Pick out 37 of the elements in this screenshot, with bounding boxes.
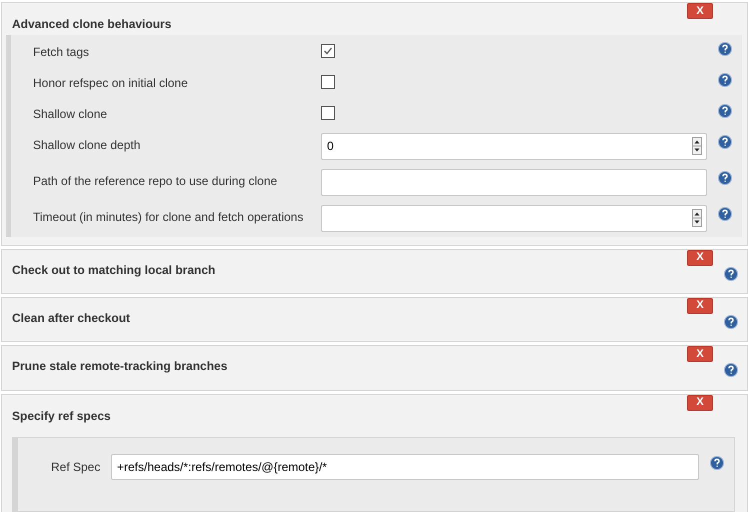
checkbox[interactable]: [321, 106, 335, 120]
checkbox[interactable]: [321, 44, 335, 58]
help-icon[interactable]: [724, 266, 738, 281]
check-icon: [323, 46, 333, 56]
field-label: Fetch tags: [32, 44, 90, 61]
checkbox[interactable]: [321, 74, 335, 88]
input-field[interactable]: [321, 168, 707, 196]
section-title: Specify ref specs: [11, 408, 112, 425]
section-title: Prune stale remote-tracking branches: [11, 358, 228, 376]
section-title: Clean after checkout: [11, 310, 132, 327]
section-title: Advanced clone behaviours: [11, 16, 172, 33]
delete-button[interactable]: X: [687, 346, 713, 362]
input-field[interactable]: +refs/heads/*:refs/remotes/@{remote}/*: [111, 454, 699, 480]
delete-button[interactable]: X: [687, 394, 713, 411]
delete-button[interactable]: X: [687, 298, 713, 314]
input-field[interactable]: 0: [321, 132, 707, 160]
field-label: Timeout (in minutes) for clone and fetch operations: [32, 209, 304, 226]
spinner-icon[interactable]: [692, 209, 702, 227]
field-label: Ref Spec: [51, 458, 102, 476]
delete-button[interactable]: X: [687, 3, 713, 19]
delete-button[interactable]: X: [687, 250, 713, 266]
help-icon[interactable]: [718, 135, 732, 149]
help-icon[interactable]: [718, 42, 732, 56]
section-title: Check out to matching local branch: [11, 262, 216, 279]
field-label: Honor refspec on initial clone: [32, 75, 189, 92]
help-icon[interactable]: [724, 363, 738, 378]
help-icon[interactable]: [718, 73, 732, 87]
field-label: Path of the reference repo to use during clone: [32, 173, 278, 190]
help-icon[interactable]: [724, 314, 738, 329]
spinner-icon[interactable]: [692, 137, 702, 155]
help-icon[interactable]: [710, 456, 724, 470]
help-icon[interactable]: [718, 171, 732, 185]
field-label: Shallow clone: [32, 106, 108, 123]
help-icon[interactable]: [718, 104, 732, 118]
input-field[interactable]: [321, 204, 707, 232]
help-icon[interactable]: [718, 207, 732, 221]
field-label: Shallow clone depth: [32, 137, 142, 154]
